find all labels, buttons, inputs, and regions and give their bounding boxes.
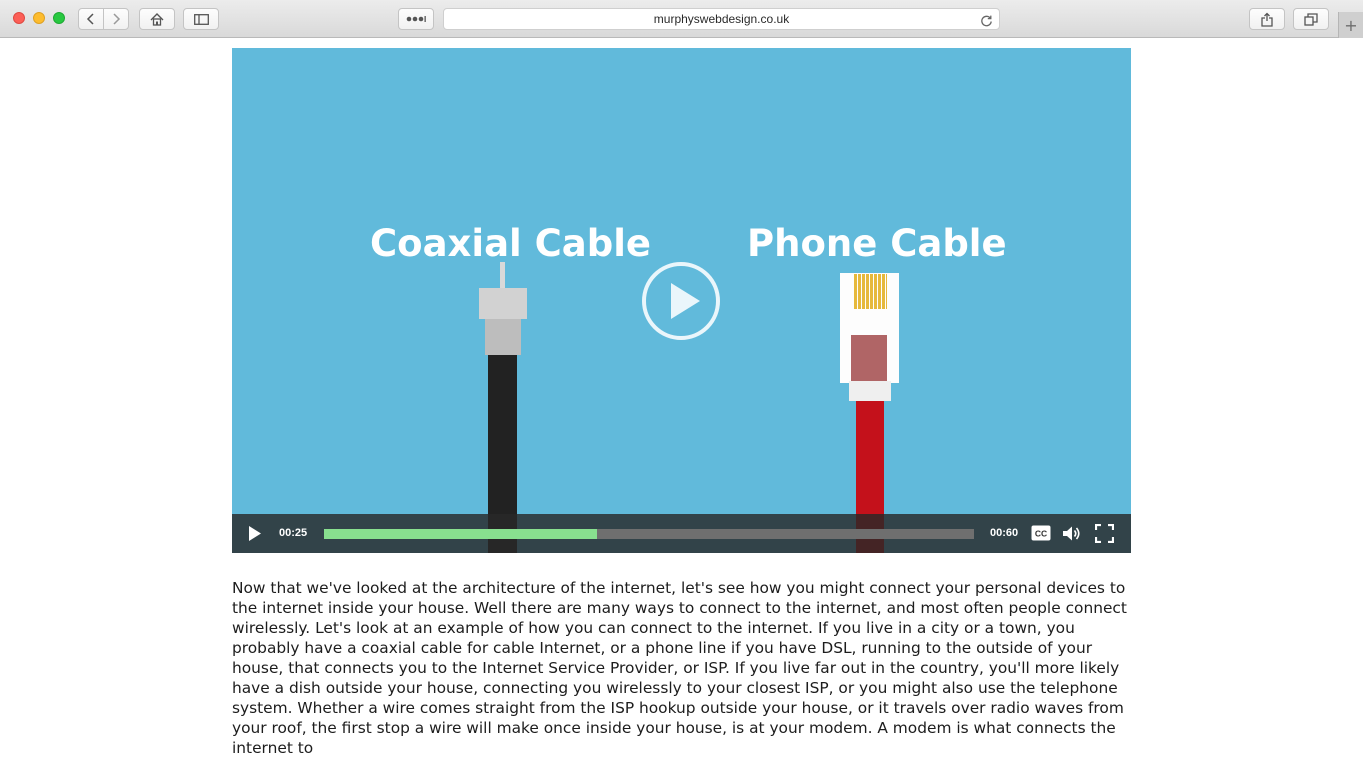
play-button[interactable] (248, 525, 262, 542)
share-button[interactable] (1249, 8, 1285, 30)
video-control-bar: 00:25 00:60 CC (232, 514, 1131, 553)
history-nav (78, 8, 129, 30)
video-heading-coaxial: Coaxial Cable (370, 222, 652, 265)
share-icon (1261, 12, 1273, 27)
window-zoom-button[interactable] (53, 12, 65, 24)
chevron-right-icon (113, 13, 121, 25)
video-player[interactable]: Coaxial Cable Phone Cable 00:25 00:60 CC (232, 48, 1131, 553)
back-button[interactable] (79, 9, 104, 29)
home-button[interactable] (139, 8, 175, 30)
big-play-button[interactable] (641, 261, 721, 341)
video-heading-phone: Phone Cable (747, 222, 1007, 265)
more-dots-icon (406, 16, 426, 22)
home-icon (150, 12, 164, 26)
coax-center-pin (500, 262, 505, 288)
play-circle-icon (642, 262, 720, 340)
forward-button[interactable] (104, 9, 128, 29)
address-bar[interactable]: murphyswebdesign.co.uk (443, 8, 1000, 30)
new-tab-button[interactable]: + (1338, 12, 1363, 38)
sidebar-button[interactable] (183, 8, 219, 30)
coax-connector-body (485, 319, 521, 355)
tab-overview-button[interactable] (1293, 8, 1329, 30)
captions-button[interactable]: CC (1031, 525, 1051, 541)
closed-captions-icon: CC (1031, 525, 1051, 541)
article-paragraph: Now that we've looked at the architectur… (232, 579, 1127, 757)
volume-button[interactable] (1062, 525, 1082, 542)
reload-icon (981, 15, 992, 27)
rj-connector-boot (849, 381, 891, 401)
window-close-button[interactable] (13, 12, 25, 24)
extensions-button[interactable] (398, 8, 434, 30)
seek-bar-played (324, 529, 597, 539)
fullscreen-icon (1095, 524, 1114, 543)
current-time: 00:25 (279, 527, 308, 539)
browser-toolbar: murphyswebdesign.co.uk + (0, 0, 1363, 38)
chevron-left-icon (86, 13, 94, 25)
seek-bar[interactable] (324, 529, 974, 539)
window-minimize-button[interactable] (33, 12, 45, 24)
play-icon (249, 526, 261, 541)
sidebar-icon (193, 13, 209, 25)
rj-connector-pins (854, 274, 887, 309)
coax-connector-nut (479, 288, 527, 319)
reload-button[interactable] (980, 12, 993, 31)
duration-time: 00:60 (990, 527, 1019, 539)
tabs-icon (1304, 12, 1318, 26)
fullscreen-button[interactable] (1095, 524, 1114, 543)
volume-icon (1063, 526, 1080, 541)
svg-text:CC: CC (1035, 529, 1047, 539)
url-text: murphyswebdesign.co.uk (653, 12, 790, 26)
rj-connector-clip (851, 335, 887, 382)
